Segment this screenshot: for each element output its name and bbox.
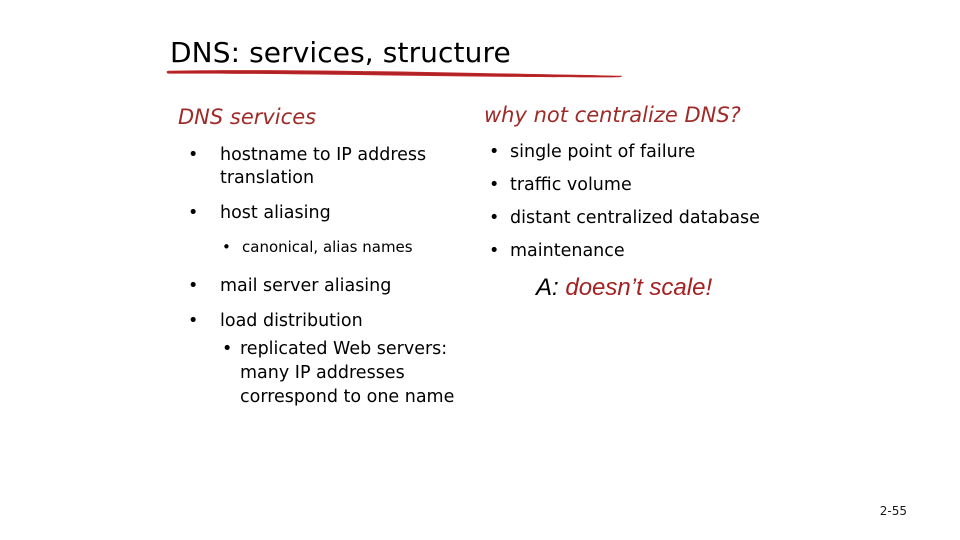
left-column: DNS services • hostname to IP address tr… bbox=[178, 104, 488, 409]
list-item: • single point of failure bbox=[484, 141, 814, 164]
list-item: • maintenance bbox=[484, 240, 814, 263]
list-item-label: maintenance bbox=[510, 241, 625, 261]
slide-canvas: DNS: services, structure DNS services • … bbox=[0, 0, 960, 540]
list-item-label: replicated Web servers: many IP addresse… bbox=[240, 339, 455, 407]
answer-line: A: doesn’t scale! bbox=[536, 273, 712, 303]
left-bullet-list-sub-2: • replicated Web servers: many IP addres… bbox=[178, 337, 488, 409]
bullet-icon: • bbox=[489, 208, 500, 228]
answer-text: doesn’t scale! bbox=[565, 274, 713, 301]
left-bullet-list-sub-1: • canonical, alias names bbox=[178, 237, 488, 257]
bullet-icon: • bbox=[188, 145, 199, 165]
list-item: • distant centralized database bbox=[484, 207, 814, 230]
list-item-label: load distribution bbox=[220, 311, 363, 331]
page-title: DNS: services, structure bbox=[170, 36, 511, 69]
left-bullet-list-1: • hostname to IP address translation • h… bbox=[178, 144, 488, 225]
bullet-icon: • bbox=[188, 311, 199, 331]
list-item: • canonical, alias names bbox=[178, 237, 488, 257]
list-item-label: hostname to IP address translation bbox=[220, 145, 427, 188]
list-item-label: single point of failure bbox=[510, 142, 696, 162]
list-item: • replicated Web servers: many IP addres… bbox=[178, 337, 488, 409]
list-item-label: traffic volume bbox=[510, 175, 632, 195]
list-item-label: mail server aliasing bbox=[220, 276, 392, 296]
list-item-label: canonical, alias names bbox=[242, 238, 413, 256]
list-item: • hostname to IP address translation bbox=[178, 144, 488, 190]
bullet-icon: • bbox=[489, 175, 500, 195]
left-column-heading: DNS services bbox=[178, 105, 317, 129]
list-item-label: distant centralized database bbox=[510, 208, 760, 228]
bullet-icon: • bbox=[489, 142, 500, 162]
bullet-icon: • bbox=[489, 241, 500, 261]
left-bullet-list-2: • mail server aliasing • load distributi… bbox=[178, 275, 488, 333]
answer-prefix: A: bbox=[536, 274, 559, 301]
bullet-icon: • bbox=[222, 339, 233, 359]
bullet-icon: • bbox=[188, 276, 199, 296]
list-item: • mail server aliasing bbox=[178, 275, 488, 298]
list-item: • load distribution bbox=[178, 310, 488, 333]
bullet-icon: • bbox=[188, 203, 199, 223]
right-column: why not centralize DNS? • single point o… bbox=[484, 102, 814, 273]
list-item: • traffic volume bbox=[484, 174, 814, 197]
list-item-label: host aliasing bbox=[220, 203, 331, 223]
bullet-icon: • bbox=[222, 238, 231, 256]
page-number: 2-55 bbox=[879, 504, 907, 518]
list-item: • host aliasing bbox=[178, 202, 488, 225]
right-column-heading: why not centralize DNS? bbox=[484, 103, 741, 127]
right-bullet-list: • single point of failure • traffic volu… bbox=[484, 141, 814, 263]
